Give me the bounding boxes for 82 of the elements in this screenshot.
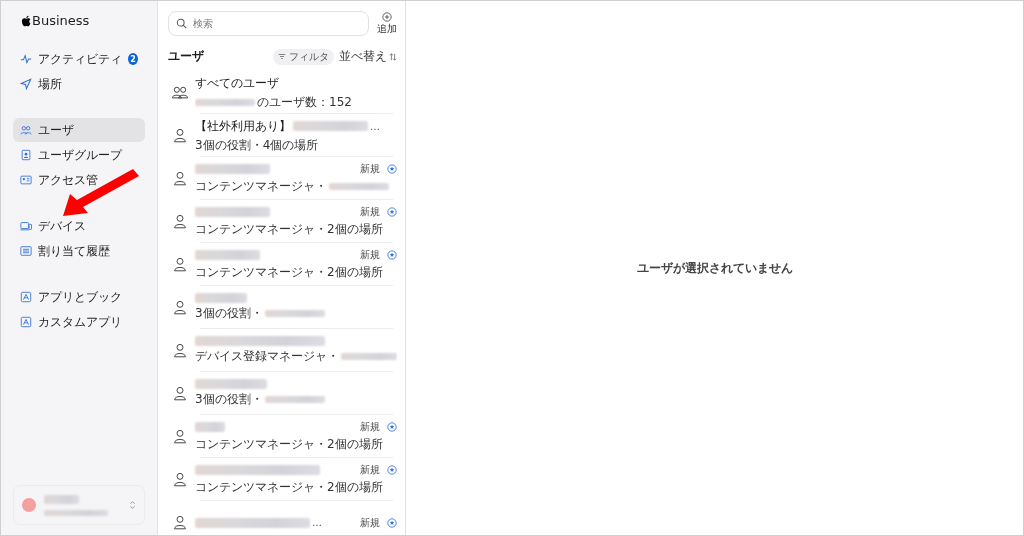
user-details: 3個の役割・ xyxy=(195,391,263,408)
apple-icon xyxy=(21,14,31,27)
person-icon xyxy=(171,429,189,444)
user-row[interactable]: 【社外利用あり】 … 3個の役割・4個の場所 xyxy=(168,114,397,157)
redacted-text xyxy=(44,494,79,504)
person-icon xyxy=(171,257,189,272)
person-icon xyxy=(171,300,189,315)
app-icon xyxy=(20,291,32,303)
redacted-text xyxy=(44,509,108,516)
sidebar-item[interactable]: アクティビティ 2 xyxy=(13,47,145,71)
sidebar-item[interactable]: アプリとブック xyxy=(13,285,145,309)
user-details: コンテンツマネージャ・ xyxy=(195,178,327,195)
person-icon xyxy=(171,128,189,143)
person-icon xyxy=(171,515,189,530)
chevron-up-down-icon xyxy=(129,500,136,510)
sidebar-item[interactable]: カスタムアプリ xyxy=(13,310,145,334)
user-row[interactable]: デバイス登録マネージャ・ xyxy=(168,329,397,372)
empty-state-message: ユーザが選択されていません xyxy=(636,259,793,277)
sort-button[interactable]: 並べ替え xyxy=(339,48,397,65)
sort-arrows-icon xyxy=(389,52,397,61)
sidebar-item[interactable]: デバイス xyxy=(13,214,145,238)
user-row[interactable]: 新規 コンテンツマネージャ・ xyxy=(168,157,397,200)
star-circle-icon xyxy=(387,207,397,217)
user-row[interactable]: 新規 コンテンツマネージャ・2個の場所 xyxy=(168,458,397,501)
sidebar-item[interactable]: ユーザ xyxy=(13,118,145,142)
star-circle-icon xyxy=(387,465,397,475)
person-icon xyxy=(171,472,189,487)
avatar xyxy=(22,498,36,512)
account-switcher[interactable] xyxy=(13,485,145,525)
list-icon xyxy=(20,245,32,257)
user-details: デバイス登録マネージャ・ xyxy=(195,348,339,365)
user-row[interactable]: 3個の役割・ xyxy=(168,286,397,329)
sidebar-item[interactable]: 場所 xyxy=(13,72,145,96)
people-icon xyxy=(171,85,189,100)
new-label: 新規 xyxy=(360,420,380,434)
star-circle-icon xyxy=(387,517,397,528)
user-details: コンテンツマネージャ・2個の場所 xyxy=(195,264,383,281)
user-details: のユーザ数：152 xyxy=(257,93,352,111)
user-details: 3個の役割・4個の場所 xyxy=(195,136,319,154)
ellipsis: … xyxy=(370,120,380,132)
user-name: 【社外利用あり】 xyxy=(195,117,291,135)
new-label: 新規 xyxy=(360,463,380,477)
idcard-icon xyxy=(20,174,32,186)
sidebar-item[interactable]: ユーザグループ xyxy=(13,143,145,167)
user-row[interactable]: すべてのユーザ のユーザ数：152 xyxy=(168,71,397,114)
ellipsis: … xyxy=(312,517,322,528)
badge-icon xyxy=(20,149,32,161)
device-icon xyxy=(20,220,32,232)
star-circle-icon xyxy=(387,250,397,260)
person-icon xyxy=(171,386,189,401)
user-row[interactable]: 新規 コンテンツマネージャ・2個の場所 xyxy=(168,200,397,243)
user-row[interactable]: 新規 コンテンツマネージャ・2個の場所 xyxy=(168,243,397,286)
search-field[interactable]: 検索 xyxy=(168,11,369,36)
location-icon xyxy=(20,78,32,90)
plus-circle-icon xyxy=(382,11,392,22)
app-logo: Business xyxy=(21,13,145,28)
users-icon xyxy=(20,124,32,136)
count-badge: 2 xyxy=(128,53,138,65)
app-icon xyxy=(20,316,32,328)
user-details: 3個の役割・ xyxy=(195,305,263,322)
sidebar-item[interactable]: 割り当て履歴 xyxy=(13,239,145,263)
new-label: 新規 xyxy=(360,205,380,219)
user-details: コンテンツマネージャ・2個の場所 xyxy=(195,436,383,453)
activity-icon xyxy=(20,53,32,65)
user-row[interactable]: 3個の役割・ xyxy=(168,372,397,415)
user-name: すべてのユーザ xyxy=(195,74,279,92)
new-label: 新規 xyxy=(360,162,380,176)
add-button[interactable]: 追加 xyxy=(377,11,397,36)
new-label: 新規 xyxy=(360,515,380,530)
star-circle-icon xyxy=(387,164,397,174)
new-label: 新規 xyxy=(360,248,380,262)
filter-icon xyxy=(278,53,286,60)
person-icon xyxy=(171,343,189,358)
panel-title: ユーザ xyxy=(168,48,205,65)
sidebar-item[interactable]: アクセス管 xyxy=(13,168,145,192)
person-icon xyxy=(171,171,189,186)
user-row[interactable]: 新規 コンテンツマネージャ・2個の場所 xyxy=(168,415,397,458)
user-details: コンテンツマネージャ・2個の場所 xyxy=(195,479,383,496)
filter-button[interactable]: フィルタ xyxy=(273,48,334,65)
user-details: コンテンツマネージャ・2個の場所 xyxy=(195,221,383,238)
star-circle-icon xyxy=(387,422,397,432)
person-icon xyxy=(171,214,189,229)
